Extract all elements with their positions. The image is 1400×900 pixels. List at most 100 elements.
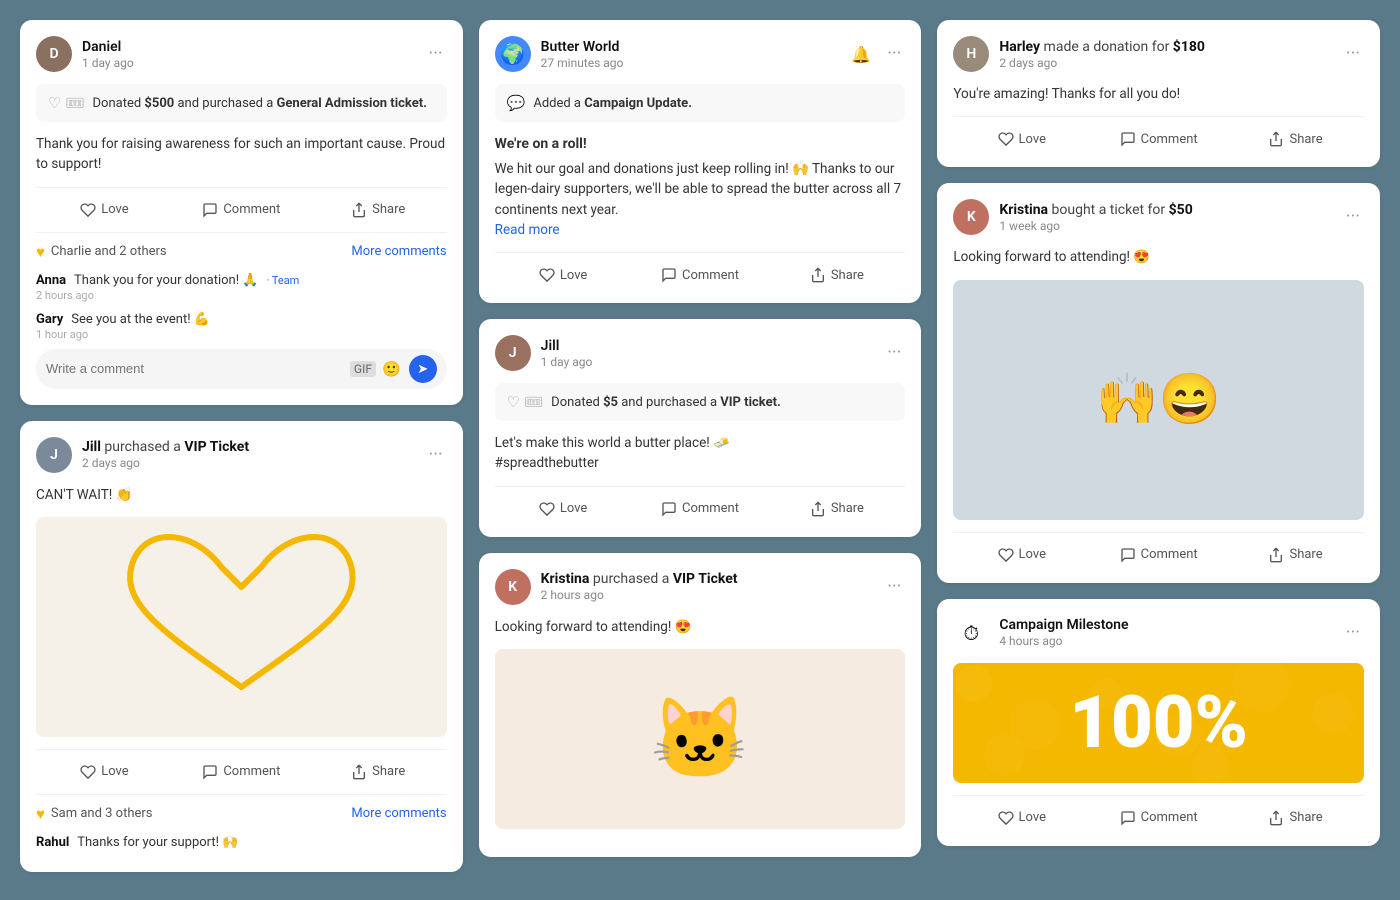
excited-person-gif: 🙌😄 [953, 280, 1364, 520]
card-header: K Kristina purchased a VIP Ticket 2 hour… [495, 569, 906, 605]
kristina-avatar: K [495, 569, 531, 605]
post-body: Thank you for raising awareness for such… [36, 134, 447, 175]
butter-world-time: 27 minutes ago [541, 56, 624, 70]
jill-name: Jill purchased a VIP Ticket [82, 439, 249, 455]
card-header: J Jill 1 day ago ··· [495, 335, 906, 371]
comment-button[interactable]: Comment [632, 263, 769, 287]
more-options-button[interactable]: ··· [883, 576, 905, 598]
read-more-link[interactable]: Read more [495, 222, 560, 238]
heart-image [36, 517, 447, 737]
jill-mid-avatar: J [495, 335, 531, 371]
column-3: H Harley made a donation for $180 2 days… [937, 20, 1380, 872]
post-body: Looking forward to attending! 😍 [953, 247, 1364, 267]
card-header: H Harley made a donation for $180 2 days… [953, 36, 1364, 72]
more-options-button[interactable]: ··· [883, 43, 905, 65]
love-button[interactable]: Love [953, 806, 1090, 830]
kristina-name: Kristina purchased a VIP Ticket [541, 571, 738, 587]
love-button[interactable]: Love [495, 263, 632, 287]
harley-name: Harley made a donation for $180 [999, 39, 1205, 55]
more-options-button[interactable]: ··· [425, 43, 447, 65]
share-button[interactable]: Share [310, 760, 447, 784]
post-body: You're amazing! Thanks for all you do! [953, 84, 1364, 104]
column-1: D Daniel 1 day ago ··· ♡ 🎟 Donated $ [20, 20, 463, 872]
share-button[interactable]: Share [1227, 543, 1364, 567]
more-options-button[interactable]: ··· [1342, 622, 1364, 644]
activity-row: 💬 Added a Campaign Update. [495, 84, 906, 122]
more-options-button[interactable]: ··· [883, 342, 905, 364]
harley-time: 2 days ago [999, 56, 1205, 70]
more-options-button[interactable]: ··· [425, 444, 447, 466]
comment-input[interactable] [46, 361, 342, 376]
harley-avatar: H [953, 36, 989, 72]
action-row: Love Comment Share [36, 187, 447, 222]
card-header: D Daniel 1 day ago ··· [36, 36, 447, 72]
love-button[interactable]: Love [953, 543, 1090, 567]
daniel-name: Daniel [82, 39, 134, 55]
heart-icon: ♡ [507, 393, 520, 411]
action-row: Love Comment Share [953, 116, 1364, 151]
butter-world-name: Butter World [541, 39, 624, 55]
share-button[interactable]: Share [1227, 127, 1364, 151]
emoji-icon[interactable]: 🙂 [382, 360, 401, 378]
post-body: Looking forward to attending! 😍 [495, 617, 906, 637]
comment-button[interactable]: Comment [1090, 127, 1227, 151]
card-header: ⏱ Campaign Milestone 4 hours ago ··· [953, 615, 1364, 651]
comments-section: ♥ Sam and 3 others More comments Rahul T… [36, 794, 447, 850]
share-button[interactable]: Share [768, 263, 905, 287]
comment-summary: ♥ Sam and 3 others More comments [36, 805, 447, 823]
daniel-card: D Daniel 1 day ago ··· ♡ 🎟 Donated $ [20, 20, 463, 405]
jill-mid-time: 1 day ago [541, 355, 593, 369]
love-button[interactable]: Love [36, 198, 173, 222]
love-button[interactable]: Love [495, 497, 632, 521]
action-row: Love Comment Share [495, 486, 906, 521]
love-button[interactable]: Love [36, 760, 173, 784]
action-row: Love Comment Share [495, 252, 906, 287]
comment-item: Gary See you at the event! 💪 1 hour ago [36, 308, 447, 341]
ticket-icon: 🎟 [524, 393, 543, 411]
kristina-ticket-time: 1 week ago [999, 219, 1192, 233]
comment-item: Anna Thank you for your donation! 🙏 · Te… [36, 269, 447, 302]
action-row: Love Comment Share [953, 795, 1364, 830]
kristina-time: 2 hours ago [541, 588, 738, 602]
action-row: Love Comment Share [953, 532, 1364, 567]
more-comments-link[interactable]: More comments [351, 244, 446, 259]
more-options-button[interactable]: ··· [1342, 206, 1364, 228]
heart-yellow-icon: ♥ [36, 805, 45, 823]
share-button[interactable]: Share [768, 497, 905, 521]
daniel-avatar: D [36, 36, 72, 72]
comment-button[interactable]: Comment [173, 198, 310, 222]
more-options-button[interactable]: ··· [1342, 43, 1364, 65]
love-button[interactable]: Love [953, 127, 1090, 151]
milestone-time: 4 hours ago [999, 634, 1128, 648]
comment-likers: Charlie and 2 others [51, 244, 167, 259]
kristina-ticket-card: K Kristina bought a ticket for $50 1 wee… [937, 183, 1380, 582]
comments-section: ♥ Charlie and 2 others More comments Ann… [36, 232, 447, 389]
bell-icon[interactable]: 🔔 [851, 45, 871, 64]
share-button[interactable]: Share [310, 198, 447, 222]
action-row: Love Comment Share [36, 749, 447, 784]
card-header: 🌍 Butter World 27 minutes ago 🔔 ··· [495, 36, 906, 72]
pusheen-gif: 🐱 [495, 649, 906, 829]
comment-item: Rahul Thanks for your support! 🙌 [36, 831, 447, 850]
milestone-icon: ⏱ [953, 615, 989, 651]
send-comment-button[interactable]: ➤ [409, 355, 437, 383]
comment-likers: Sam and 3 others [51, 806, 153, 821]
heart-icon: ♡ [48, 94, 61, 112]
comment-button[interactable]: Comment [1090, 806, 1227, 830]
butter-world-card: 🌍 Butter World 27 minutes ago 🔔 ··· 💬 Ad… [479, 20, 922, 303]
jill-mid-name: Jill [541, 338, 593, 354]
post-body: We're on a roll! We hit our goal and don… [495, 134, 906, 240]
more-comments-link[interactable]: More comments [351, 806, 446, 821]
milestone-name: Campaign Milestone [999, 617, 1128, 633]
butter-world-avatar: 🌍 [495, 36, 531, 72]
daniel-time: 1 day ago [82, 56, 134, 70]
comment-button[interactable]: Comment [173, 760, 310, 784]
activity-row: ♡ 🎟 Donated $5 and purchased a VIP ticke… [495, 383, 906, 421]
share-button[interactable]: Share [1227, 806, 1364, 830]
post-body: Let's make this world a butter place! 🧈#… [495, 433, 906, 474]
campaign-icon: 💬 [507, 94, 526, 112]
comment-button[interactable]: Comment [632, 497, 769, 521]
activity-row: ♡ 🎟 Donated $500 and purchased a General… [36, 84, 447, 122]
comment-button[interactable]: Comment [1090, 543, 1227, 567]
jill-mid-card: J Jill 1 day ago ··· ♡ 🎟 Donated $5 and … [479, 319, 922, 537]
